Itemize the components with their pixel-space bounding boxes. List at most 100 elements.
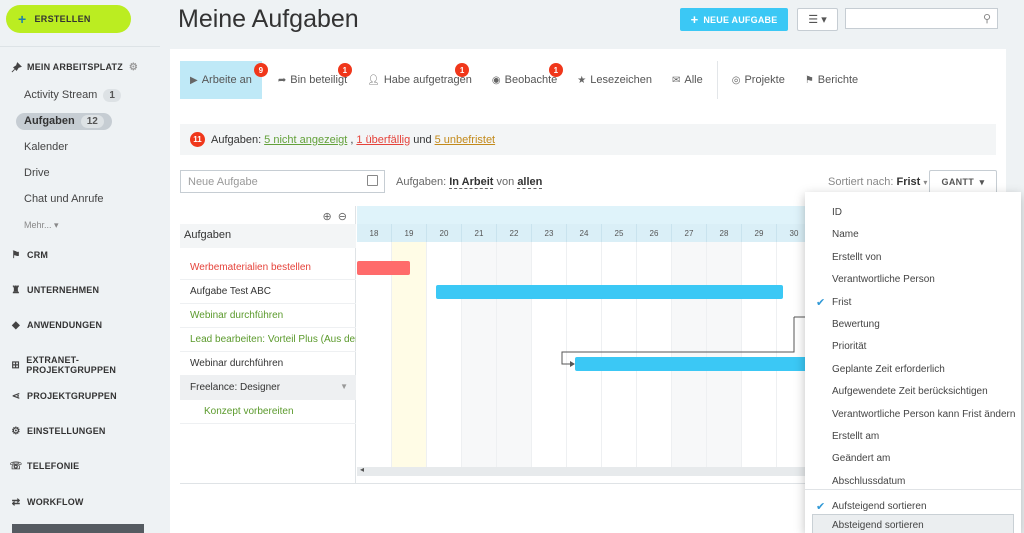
tab-projekte[interactable]: ◎ Projekte xyxy=(722,61,795,99)
sort-option-responsible[interactable]: Verantwortliche Person xyxy=(805,269,1021,291)
sort-option-spent-time[interactable]: Aufgewendete Zeit berücksichtigen xyxy=(805,381,1021,403)
sidebar-section-crm[interactable]: ⚑ CRM xyxy=(10,249,48,261)
sidebar-item-drive[interactable]: Drive xyxy=(24,167,50,179)
tab-habe-aufgetragen[interactable]: 👤︎ Habe aufgetragen 1 xyxy=(357,61,482,99)
sort-option-name[interactable]: Name xyxy=(805,224,1021,246)
section-label: TELEFONIE xyxy=(27,461,80,471)
tab-label: Lesezeichen xyxy=(590,74,652,86)
sidebar-workspace[interactable]: MEIN ARBEITSPLATZ ⚙ xyxy=(10,61,138,73)
pin-icon xyxy=(10,61,22,73)
sidebar-more[interactable]: Mehr... ▾ xyxy=(24,220,59,231)
filter-summary: Aufgaben: In Arbeit von allen xyxy=(396,176,543,189)
section-label: WORKFLOW xyxy=(27,497,84,507)
sort-option-changed-at[interactable]: Geändert am xyxy=(805,448,1021,470)
filter-who[interactable]: allen xyxy=(517,176,543,189)
counter-badge: 1 xyxy=(103,89,121,102)
not-shown-link[interactable]: 5 nicht angezeigt xyxy=(264,134,347,146)
task-bar[interactable] xyxy=(575,357,835,371)
sort-option-label: ID xyxy=(832,207,842,218)
document-icon[interactable] xyxy=(367,175,378,186)
zoom-out-icon[interactable]: ⊖ xyxy=(338,211,347,223)
create-button[interactable]: + ERSTELLEN xyxy=(6,5,131,33)
sort-option-label: Erstellt am xyxy=(832,431,880,442)
view-label: GANTT xyxy=(941,177,975,187)
count-badge: 1 xyxy=(337,63,352,77)
sort-label: Sortiert nach: xyxy=(828,176,894,188)
gantt-view-button[interactable]: GANTT ▾ xyxy=(929,170,997,194)
sort-option-label: Aufgewendete Zeit berücksichtigen xyxy=(832,386,988,397)
sort-option-label: Geändert am xyxy=(832,453,891,464)
sort-option-created-by[interactable]: Erstellt von xyxy=(805,247,1021,269)
tower-icon: ♜ xyxy=(11,284,21,296)
sidebar-item-kalender[interactable]: Kalender xyxy=(24,141,68,153)
gear-icon[interactable]: ⚙ xyxy=(129,62,138,73)
sidebar-section-anwendungen[interactable]: ◆ ANWENDUNGEN xyxy=(10,319,102,331)
sort-dropdown-menu: ID Name Erstellt von Verantwortliche Per… xyxy=(805,192,1021,533)
tab-arbeite-an[interactable]: ▶ Arbeite an 9 xyxy=(180,61,268,99)
phone-icon: ☏ xyxy=(9,460,23,472)
scroll-left-icon[interactable]: ◂ xyxy=(360,465,364,474)
plus-icon: + xyxy=(18,11,27,27)
no-deadline-link[interactable]: 5 unbefristet xyxy=(435,134,496,146)
sidebar-item-chat[interactable]: Chat und Anrufe xyxy=(24,193,104,205)
search-input[interactable]: ⚲ xyxy=(845,8,998,29)
sort-option-created-at[interactable]: Erstellt am xyxy=(805,426,1021,448)
tab-lesezeichen[interactable]: ★ Lesezeichen xyxy=(567,61,662,99)
tab-beobachte[interactable]: ◉ Beobachte 1 xyxy=(482,61,567,99)
tab-separator xyxy=(716,61,718,99)
sort-option-deadline[interactable]: ✔ Frist xyxy=(805,292,1021,314)
task-group-row[interactable]: Freelance: Designer ▼ xyxy=(180,376,356,400)
overdue-link[interactable]: 1 überfällig xyxy=(356,134,410,146)
task-row[interactable]: Konzept vorbereiten xyxy=(180,400,356,424)
tab-berichte[interactable]: ⚑ Berichte xyxy=(795,61,868,99)
sidebar-section-workflow[interactable]: ⇄ WORKFLOW xyxy=(10,496,84,508)
page-title: Meine Aufgaben xyxy=(178,5,359,33)
sort-option-label: Verantwortliche Person xyxy=(832,274,935,285)
filter-tasks-label: Aufgaben: xyxy=(396,176,447,188)
sidebar-section-einstellungen[interactable]: ⚙ EINSTELLUNGEN xyxy=(10,425,106,437)
tab-bin-beteiligt[interactable]: ➦ Bin beteiligt 1 xyxy=(268,61,357,99)
task-row[interactable]: Aufgabe Test ABC xyxy=(180,280,356,304)
task-row[interactable]: Lead bearbeiten: Vorteil Plus (Aus dem xyxy=(180,328,356,352)
task-row[interactable]: Webinar durchführen xyxy=(180,352,356,376)
filter-status[interactable]: In Arbeit xyxy=(449,176,494,189)
new-task-input[interactable]: Neue Aufgabe xyxy=(180,170,385,193)
gear-icon: ⚙ xyxy=(11,425,21,437)
new-task-button[interactable]: + NEUE AUFGABE xyxy=(680,8,788,31)
tab-alle[interactable]: ✉ Alle xyxy=(662,61,713,99)
tab-label: Beobachte xyxy=(504,74,558,86)
section-label: EXTRANET-PROJEKTGRUPPEN xyxy=(26,355,117,375)
sidebar-item-aufgaben[interactable]: Aufgaben 12 xyxy=(16,113,112,130)
checkmark-icon: ✔ xyxy=(816,501,826,513)
zoom-in-icon[interactable]: ⊕ xyxy=(322,211,331,223)
sort-indicator[interactable]: Sortiert nach: Frist ▾ xyxy=(828,176,927,188)
sort-option-planned-time[interactable]: Geplante Zeit erforderlich xyxy=(805,359,1021,381)
sidebar-section-telefonie[interactable]: ☏ TELEFONIE xyxy=(10,460,79,472)
checkmark-icon: ✔ xyxy=(816,297,826,309)
sidebar-section-extranet[interactable]: ⊞ EXTRANET-PROJEKTGRUPPEN xyxy=(10,355,160,375)
sidebar-section-projektgruppen[interactable]: ⋖ PROJEKTGRUPPEN xyxy=(10,390,117,402)
view-menu-button[interactable]: ☰ ▾ xyxy=(797,8,838,31)
sort-descending-option[interactable]: Absteigend sortieren xyxy=(812,514,1014,533)
summary-and: und xyxy=(413,133,432,146)
sidebar-item-activity-stream[interactable]: Activity Stream 1 xyxy=(24,89,121,102)
total-count-badge: 11 xyxy=(190,132,205,147)
create-label: ERSTELLEN xyxy=(34,14,91,24)
task-row[interactable]: Webinar durchführen xyxy=(180,304,356,328)
task-row[interactable]: Werbematerialien bestellen xyxy=(180,256,356,280)
sort-option-id[interactable]: ID xyxy=(805,202,1021,224)
cubes-icon: ◆ xyxy=(12,319,20,331)
sidebar: + ERSTELLEN MEIN ARBEITSPLATZ ⚙ Activity… xyxy=(0,0,160,533)
section-label: EINSTELLUNGEN xyxy=(27,426,106,436)
flag-icon: ⚑ xyxy=(11,249,21,261)
chevron-down-icon[interactable]: ▼ xyxy=(340,382,348,391)
summary-separator: , xyxy=(350,133,354,146)
section-label: PROJEKTGRUPPEN xyxy=(27,391,117,401)
sort-option-rating[interactable]: Bewertung xyxy=(805,314,1021,336)
counter-badge: 12 xyxy=(80,115,104,128)
sort-option-can-change-deadline[interactable]: Verantwortliche Person kann Frist ändern xyxy=(805,404,1021,426)
list-icon: ☰ xyxy=(808,14,819,26)
sort-option-priority[interactable]: Priorität xyxy=(805,336,1021,358)
sidebar-section-unternehmen[interactable]: ♜ UNTERNEHMEN xyxy=(10,284,99,296)
group-label: Freelance: Designer xyxy=(190,382,281,393)
